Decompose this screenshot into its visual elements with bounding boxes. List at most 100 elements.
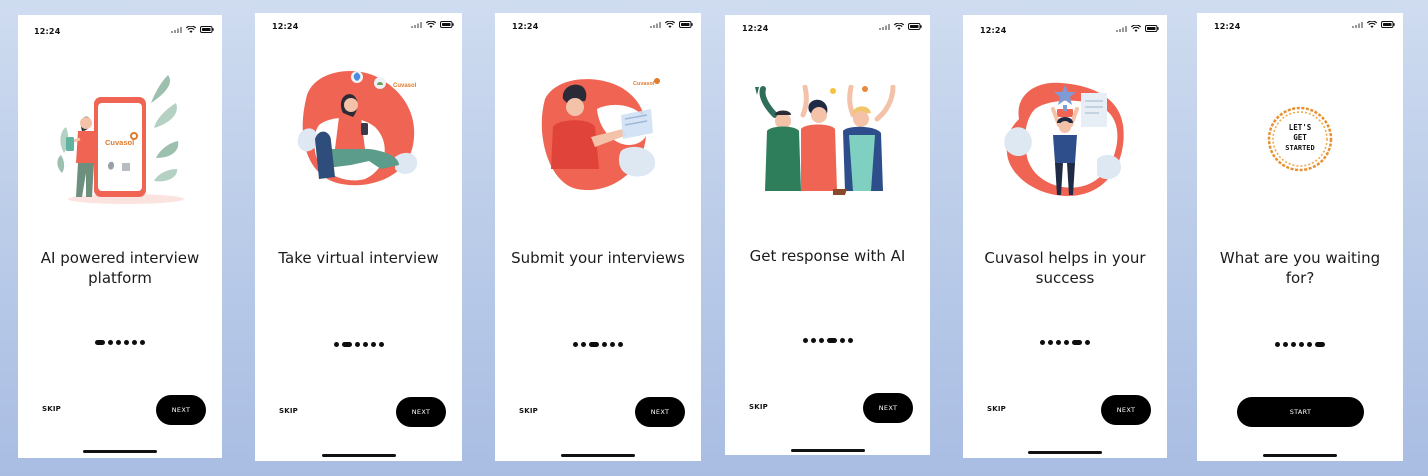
page-dot xyxy=(1085,340,1090,345)
cellular-signal-icon xyxy=(411,21,422,28)
badge-line-1: LET'S xyxy=(1289,123,1312,132)
cellular-signal-icon xyxy=(650,21,661,28)
screen-title: Get response with AI xyxy=(749,247,906,265)
page-dot xyxy=(839,338,845,343)
screen-title: AI powered interview platform xyxy=(40,249,200,287)
wifi-icon xyxy=(894,23,904,30)
next-button[interactable]: NEXT xyxy=(156,395,206,425)
page-dot xyxy=(810,338,816,343)
page-dot xyxy=(1283,342,1288,347)
page-indicator xyxy=(255,342,462,347)
page-dot xyxy=(370,342,376,347)
page-dot xyxy=(1299,342,1304,347)
onboarding-screen-1: 12:24 Cuvasol AI powered interview platf… xyxy=(18,15,222,458)
screen-title: Take virtual interview xyxy=(278,249,439,267)
page-dot xyxy=(132,340,137,345)
status-time: 12:24 xyxy=(980,26,1007,35)
page-dot-active xyxy=(826,338,837,343)
skip-button[interactable]: SKIP xyxy=(279,407,298,415)
home-indicator xyxy=(322,454,396,457)
status-time: 12:24 xyxy=(272,22,299,31)
onboarding-screen-3: 12:24 Cuvasol Submit your interviews SKI… xyxy=(495,13,701,461)
brand-logo-text: Cuvasol xyxy=(393,83,417,89)
page-dot xyxy=(1048,340,1053,345)
home-indicator xyxy=(83,450,157,453)
page-indicator xyxy=(1197,342,1403,347)
skip-button[interactable]: SKIP xyxy=(519,407,538,415)
page-dot xyxy=(116,340,121,345)
page-dot xyxy=(573,342,578,347)
page-dot xyxy=(108,340,113,345)
wifi-icon xyxy=(426,21,436,28)
status-bar: 12:24 xyxy=(495,13,701,37)
onboarding-screen-6: 12:24 LET'S GET STARTED What are you wai… xyxy=(1197,13,1403,461)
submit-interview-illustration: Cuvasol xyxy=(541,78,660,191)
status-time: 12:24 xyxy=(1214,22,1241,31)
page-dot xyxy=(818,338,824,343)
page-dot xyxy=(333,342,339,347)
page-dot-active xyxy=(95,340,105,345)
page-dot xyxy=(618,342,623,347)
skip-button[interactable]: SKIP xyxy=(987,405,1006,413)
cellular-signal-icon xyxy=(879,23,890,30)
cellular-signal-icon xyxy=(171,26,182,33)
onboarding-screen-2: 12:24 Cuvasol Take virtual interview SKI… xyxy=(255,13,462,461)
page-dot xyxy=(1064,340,1069,345)
skip-button[interactable]: SKIP xyxy=(749,403,768,411)
battery-icon xyxy=(440,21,454,28)
home-indicator xyxy=(1263,454,1337,457)
next-button[interactable]: NEXT xyxy=(1101,395,1151,425)
page-dot xyxy=(124,340,129,345)
cellular-signal-icon xyxy=(1352,21,1363,28)
page-dot xyxy=(847,338,853,343)
screen-title: Cuvasol helps in your success xyxy=(984,249,1146,287)
skip-button[interactable]: SKIP xyxy=(42,405,61,413)
page-indicator xyxy=(725,338,930,343)
page-dot-active xyxy=(1315,342,1325,347)
page-dot xyxy=(1307,342,1312,347)
status-bar: 12:24 xyxy=(963,15,1167,39)
cellular-signal-icon xyxy=(1116,25,1127,32)
page-dot xyxy=(378,342,384,347)
page-dot xyxy=(1291,342,1296,347)
virtual-interview-illustration: Cuvasol xyxy=(297,71,418,186)
next-button[interactable]: NEXT xyxy=(635,397,685,427)
battery-icon xyxy=(1381,21,1395,28)
wifi-icon xyxy=(665,21,675,28)
page-indicator xyxy=(18,340,222,345)
status-time: 12:24 xyxy=(742,24,769,33)
wifi-icon xyxy=(186,26,196,33)
onboarding-screen-5: 12:24 Cuvasol helps in your success SKIP xyxy=(963,15,1167,458)
next-button[interactable]: NEXT xyxy=(396,397,446,427)
trophy-success-illustration xyxy=(1004,82,1124,196)
page-dot xyxy=(602,342,607,347)
page-dot-active xyxy=(1072,340,1082,345)
status-bar: 12:24 xyxy=(18,15,222,39)
badge-line-3: STARTED xyxy=(1285,144,1315,152)
page-dot xyxy=(1056,340,1061,345)
status-time: 12:24 xyxy=(512,22,539,31)
page-dot xyxy=(802,338,808,343)
home-indicator xyxy=(561,454,635,457)
status-bar: 12:24 xyxy=(725,15,930,39)
wifi-icon xyxy=(1367,21,1377,28)
page-dot xyxy=(354,342,360,347)
home-indicator xyxy=(1028,451,1102,454)
page-indicator xyxy=(963,340,1167,345)
status-bar: 12:24 xyxy=(255,13,462,37)
page-dot xyxy=(362,342,368,347)
page-dot xyxy=(140,340,145,345)
wifi-icon xyxy=(1131,25,1141,32)
status-bar: 12:24 xyxy=(1197,13,1403,37)
start-button[interactable]: START xyxy=(1237,397,1364,427)
screen-title: Submit your interviews xyxy=(511,249,685,267)
brand-logo-text: Cuvasol xyxy=(633,81,655,87)
home-indicator xyxy=(791,449,865,452)
battery-icon xyxy=(908,23,922,30)
next-button[interactable]: NEXT xyxy=(863,393,913,423)
page-dot xyxy=(610,342,615,347)
onboarding-screen-4: 12:24 Get response with AI SKIP NEXT xyxy=(725,15,930,455)
phone-illustration: Cuvasol xyxy=(57,75,184,204)
battery-icon xyxy=(1145,25,1159,32)
battery-icon xyxy=(679,21,693,28)
